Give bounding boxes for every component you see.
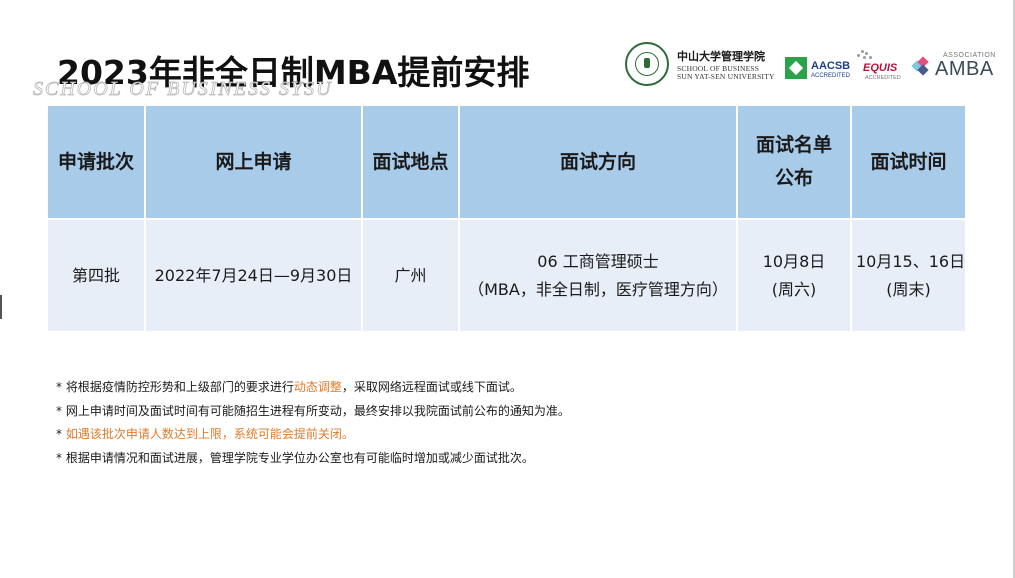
header-interview-direction: 面试方向	[459, 106, 738, 220]
cell-direction-line-1: 06 工商管理硕士	[537, 251, 659, 271]
note-text: * 根据申请情况和面试进展，管理学院专业学位办公室也有可能临时增加或减少面试批次…	[56, 450, 534, 465]
equis-sub-label: ACCREDITED	[865, 75, 901, 81]
note-item: * 网上申请时间及面试时间有可能随招生进程有所变动，最终安排以我院面试前公布的通…	[56, 400, 570, 424]
header-list-publish-line-2: 公布	[774, 167, 813, 189]
note-text: * 将根据疫情防控形势和上级部门的要求进行	[56, 380, 294, 394]
table-row: 第四批 2022年7月24日—9月30日 广州 06 工商管理硕士 （MBA，非…	[48, 219, 965, 331]
header-list-publish: 面试名单 公布	[737, 106, 852, 220]
cell-list-publish-date: 10月8日	[762, 251, 826, 271]
edge-marker	[0, 295, 2, 319]
header-interview-time: 面试时间	[851, 106, 965, 220]
header-online-application: 网上申请	[145, 106, 363, 220]
school-name-cn: 中山大学管理学院	[677, 50, 765, 63]
note-text-tail: ，采取网络远程面试或线下面试。	[341, 380, 522, 394]
equis-dots-icon	[857, 50, 873, 60]
cell-interview-time: 10月15、16日 (周末)	[851, 219, 965, 331]
accreditation-logos: 中山大学管理学院 SCHOOL OF BUSINESS SUN YAT-SEN …	[625, 42, 1005, 88]
table-header-row: 申请批次 网上申请 面试地点 面试方向 面试名单 公布 面试时间	[48, 106, 965, 220]
cell-online-application: 2022年7月24日—9月30日	[145, 219, 363, 331]
cell-direction: 06 工商管理硕士 （MBA，非全日制，医疗管理方向）	[459, 219, 738, 331]
cell-batch: 第四批	[48, 219, 146, 331]
note-item: * 根据申请情况和面试进展，管理学院专业学位办公室也有可能临时增加或减少面试批次…	[56, 447, 570, 471]
cell-list-publish: 10月8日 (周六)	[737, 219, 852, 331]
amba-label: AMBA	[935, 58, 994, 80]
schedule-table: 申请批次 网上申请 面试地点 面试方向 面试名单 公布 面试时间 第四批 202…	[48, 106, 965, 331]
note-text: * 网上申请时间及面试时间有可能随招生进程有所变动，最终安排以我院面试前公布的通…	[56, 403, 570, 418]
sysu-seal-logo	[625, 42, 669, 86]
aacsb-logo-icon	[785, 57, 807, 79]
cell-location: 广州	[362, 219, 460, 331]
school-name-en-2: SUN YAT-SEN UNIVERSITY	[677, 72, 775, 81]
amba-logo-icon	[911, 56, 933, 76]
header-batch: 申请批次	[48, 106, 146, 220]
equis-label: EQUIS	[863, 62, 898, 74]
cell-interview-day: (周末)	[886, 279, 931, 299]
aacsb-label: AACSB	[811, 60, 851, 72]
cell-direction-line-2: （MBA，非全日制，医疗管理方向）	[468, 279, 728, 299]
cell-list-publish-day: (周六)	[771, 279, 817, 299]
note-text: *	[56, 427, 66, 441]
header-interview-location: 面试地点	[362, 106, 460, 220]
note-item: * 如遇该批次申请人数达到上限，系统可能会提前关闭。	[56, 423, 570, 447]
notes-list: * 将根据疫情防控形势和上级部门的要求进行动态调整，采取网络远程面试或线下面试。…	[56, 376, 570, 470]
aacsb-sub-label: ACCREDITED	[811, 73, 851, 79]
watermark-text: SCHOOL OF BUSINESS SYSU	[33, 78, 333, 101]
note-item: * 将根据疫情防控形势和上级部门的要求进行动态调整，采取网络远程面试或线下面试。	[56, 376, 570, 400]
note-highlight: 如遇该批次申请人数达到上限，系统可能会提前关闭	[65, 427, 342, 441]
cell-interview-date: 10月15、16日	[856, 251, 966, 271]
header-list-publish-line-1: 面试名单	[755, 134, 832, 156]
note-highlight: 动态调整	[293, 380, 342, 394]
note-text-tail: 。	[341, 427, 354, 441]
